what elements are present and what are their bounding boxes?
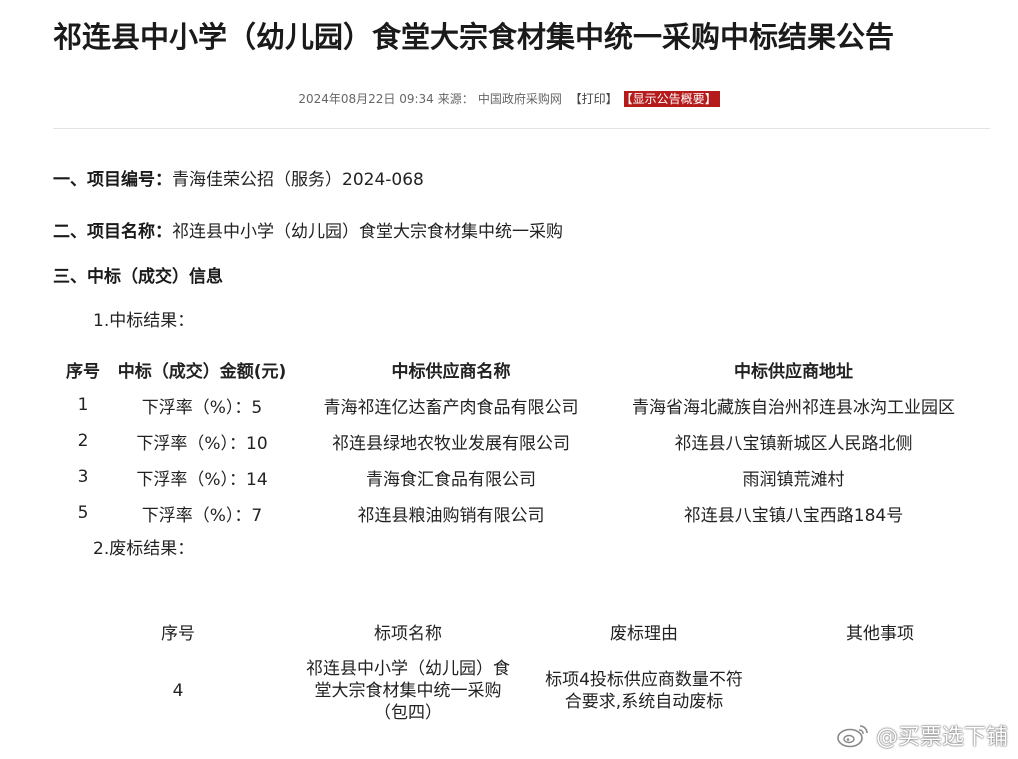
table-header-row: 序号 标项名称 废标理由 其他事项: [78, 612, 1010, 650]
header-index: 序号: [161, 623, 195, 644]
table-row: 3 下浮率（%）：14 青海食汇食品有限公司 雨润镇荒滩村: [58, 459, 981, 495]
row-failure-reason: 标项4投标供应商数量不符合要求,系统自动废标: [545, 670, 743, 712]
page-title: 祁连县中小学（幼儿园）食堂大宗食材集中统一采购中标结果公告: [53, 20, 895, 54]
header-lot-name: 标项名称: [374, 623, 442, 644]
row-supplier-address: 祁连县八宝镇八宝西路184号: [683, 505, 904, 526]
table-row: 5 下浮率（%）：7 祁连县粮油购销有限公司 祁连县八宝镇八宝西路184号: [58, 495, 981, 531]
row-index: 4: [172, 681, 184, 701]
row-lot-name: 祁连县中小学（幼儿园）食堂大宗食材集中统一采购（包四）: [306, 659, 510, 723]
show-summary-button[interactable]: 【显示公告概要】: [623, 91, 720, 107]
failed-result-heading: 2.废标结果：: [93, 539, 195, 559]
section-heading: 三、中标（成交）信息: [53, 267, 223, 287]
source-link[interactable]: 中国政府采购网: [478, 92, 562, 106]
section-project-name: 二、项目名称：祁连县中小学（幼儿园）食堂大宗食材集中统一采购: [53, 217, 563, 242]
project-number: 青海佳荣公招（服务）2024-068: [172, 170, 424, 190]
row-amount: 下浮率（%）：5: [141, 397, 263, 418]
project-name: 祁连县中小学（幼儿园）食堂大宗食材集中统一采购: [172, 222, 563, 242]
section-project-number: 一、项目编号：青海佳荣公招（服务）2024-068: [53, 165, 424, 190]
publish-datetime: 2024年08月22日 09:34: [298, 92, 434, 106]
header-supplier-name: 中标供应商名称: [391, 361, 511, 382]
row-amount: 下浮率（%）：10: [136, 433, 268, 454]
print-button[interactable]: 【打印】: [570, 92, 618, 106]
row-index: 2: [77, 431, 89, 451]
row-index: 3: [77, 467, 89, 487]
row-lot-name-cell: 祁连县中小学（幼儿园）食堂大宗食材集中统一采购（包四）: [278, 650, 538, 732]
row-failure-reason-cell: 标项4投标供应商数量不符合要求,系统自动废标: [538, 650, 750, 732]
row-supplier-address: 青海省海北藏族自治州祁连县冰沟工业园区: [632, 397, 955, 418]
weibo-watermark: @买票选下铺: [836, 719, 1008, 751]
weibo-logo-icon: [837, 725, 868, 748]
header-amount: 中标（成交）金额(元): [117, 361, 287, 382]
watermark-text: @买票选下铺: [875, 725, 1008, 750]
row-supplier-name: 青海食汇食品有限公司: [366, 469, 536, 490]
section-label: 二、项目名称：: [53, 222, 172, 242]
row-supplier-address: 祁连县八宝镇新城区人民路北侧: [674, 433, 913, 454]
header-failure-reason: 废标理由: [610, 623, 678, 644]
award-table: 序号 中标（成交）金额(元) 中标供应商名称 中标供应商地址 1 下浮率（%）：…: [58, 351, 981, 531]
row-amount: 下浮率（%）：7: [141, 505, 263, 526]
source-label: 来源：: [437, 92, 474, 106]
row-supplier-address: 雨润镇荒滩村: [742, 469, 845, 490]
row-index: 1: [77, 395, 89, 415]
table-row: 1 下浮率（%）：5 青海祁连亿达畜产肉食品有限公司 青海省海北藏族自治州祁连县…: [58, 387, 981, 423]
row-supplier-name: 祁连县粮油购销有限公司: [357, 505, 545, 526]
table-row: 2 下浮率（%）：10 祁连县绿地农牧业发展有限公司 祁连县八宝镇新城区人民路北…: [58, 423, 981, 459]
row-amount: 下浮率（%）：14: [136, 469, 268, 490]
divider: [53, 128, 990, 129]
header-index: 序号: [66, 361, 100, 382]
section-award-info: 三、中标（成交）信息: [53, 262, 223, 287]
section-label: 一、项目编号：: [53, 170, 172, 190]
row-supplier-name: 青海祁连亿达畜产肉食品有限公司: [323, 397, 579, 418]
header-supplier-address: 中标供应商地址: [734, 361, 853, 382]
failed-table: 序号 标项名称 废标理由 其他事项 4 祁连县中小学（幼儿园）食堂大宗食材集中统…: [78, 612, 1010, 732]
row-index: 5: [77, 503, 89, 523]
header-other-notes: 其他事项: [846, 623, 914, 644]
row-supplier-name: 祁连县绿地农牧业发展有限公司: [332, 433, 570, 454]
table-header-row: 序号 中标（成交）金额(元) 中标供应商名称 中标供应商地址: [58, 351, 981, 387]
article-meta: 2024年08月22日 09:34 来源： 中国政府采购网 【打印】 【显示公告概要】: [0, 90, 1018, 107]
award-result-heading: 1.中标结果：: [93, 311, 195, 331]
